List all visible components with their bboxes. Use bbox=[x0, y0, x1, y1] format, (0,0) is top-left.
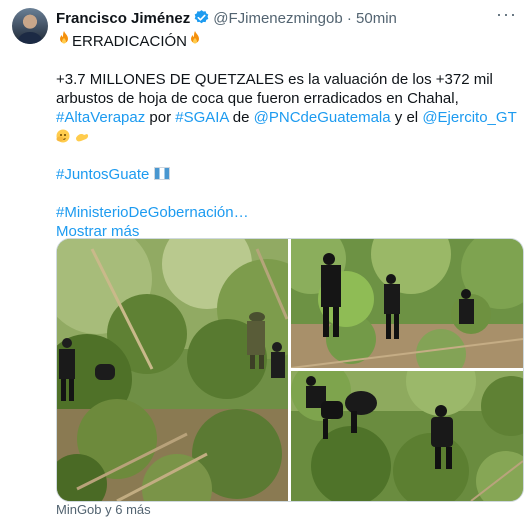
photo-officers-in-field[interactable] bbox=[291, 371, 523, 501]
body-paragraph: +3.7 MILLONES DE QUETZALES es la valuaci… bbox=[56, 70, 524, 146]
word-por: por bbox=[145, 109, 176, 126]
tweet-card[interactable]: Francisco Jiménez @FJimenezmingob · 50min… bbox=[0, 0, 532, 522]
tweet-text: ERRADICACIÓN +3.7 MILLONES DE QUETZALES … bbox=[56, 30, 524, 241]
mention-pnc[interactable]: @PNCdeGuatemala bbox=[254, 109, 391, 126]
author-avatar[interactable] bbox=[12, 8, 48, 44]
author-name[interactable]: Francisco Jiménez bbox=[56, 10, 190, 27]
more-options-icon[interactable]: ··· bbox=[496, 5, 516, 26]
author-handle[interactable]: @FJimenezmingob bbox=[213, 10, 342, 27]
tweet-header: Francisco Jiménez @FJimenezmingob · 50min bbox=[56, 9, 492, 27]
tweet-time[interactable]: 50min bbox=[356, 10, 397, 27]
separator-dot: · bbox=[346, 10, 352, 27]
photo-soldiers-hillside[interactable] bbox=[57, 239, 288, 501]
hashtag-sgaia[interactable]: #SGAIA bbox=[175, 109, 228, 126]
hands-emoji bbox=[56, 129, 92, 143]
hashtag-altaverapaz[interactable]: #AltaVerapaz bbox=[56, 109, 145, 126]
fire-emoji-right bbox=[187, 30, 203, 51]
verified-badge-icon bbox=[193, 9, 210, 31]
media-grid bbox=[56, 238, 524, 502]
mention-ejercito[interactable]: @Ejercito_GT bbox=[422, 109, 516, 126]
ministerio-line: #MinisterioDeGobernación… bbox=[56, 203, 524, 222]
hashtag-ministerio[interactable]: #MinisterioDeGobernación… bbox=[56, 204, 249, 221]
headline-text: ERRADICACIÓN bbox=[72, 33, 188, 50]
media-tagged-users[interactable]: MinGob y 6 más bbox=[56, 502, 151, 518]
word-de: de bbox=[228, 109, 254, 126]
guatemala-flag-emoji bbox=[153, 167, 170, 180]
photo-officers-carrying-plants[interactable] bbox=[291, 239, 523, 368]
fire-emoji-left bbox=[56, 30, 72, 51]
body-main: +3.7 MILLONES DE QUETZALES es la valuaci… bbox=[56, 71, 493, 107]
hashtag-juntosguate[interactable]: #JuntosGuate bbox=[56, 166, 149, 183]
juntos-line: #JuntosGuate bbox=[56, 165, 524, 184]
word-y-el: y el bbox=[390, 109, 423, 126]
headline-line: ERRADICACIÓN bbox=[56, 30, 524, 51]
